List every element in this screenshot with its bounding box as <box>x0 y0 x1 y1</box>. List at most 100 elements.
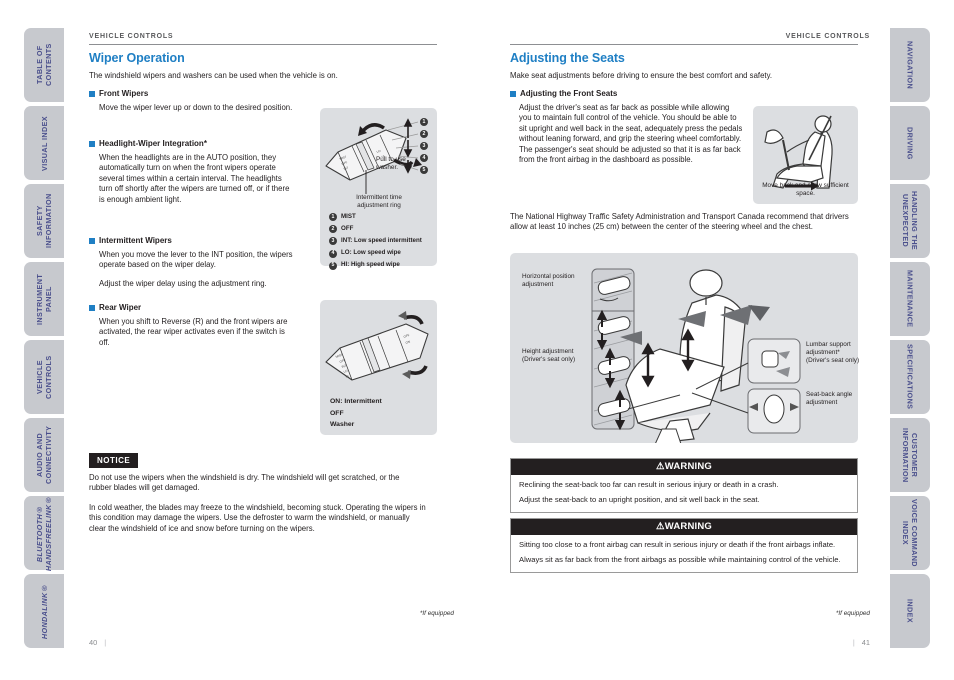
warning-paragraph: Reclining the seat-back too far can resu… <box>519 480 779 489</box>
tab-label: CUSTOMER INFORMATION <box>901 427 919 483</box>
warning-title: WARNING <box>664 521 713 532</box>
sidebar-tab-navigation[interactable]: NAVIGATION <box>890 28 930 102</box>
callout-badge-1: 1 <box>420 118 428 126</box>
warning-paragraph: Always sit as far back from the front ai… <box>519 555 841 565</box>
header-rule <box>89 44 437 45</box>
square-bullet-icon <box>89 304 95 311</box>
warning-title: WARNING <box>664 461 713 472</box>
warning-body: Sitting too close to a front airbag can … <box>511 535 857 572</box>
legend-label: INT: Low speed intermittent <box>341 237 422 245</box>
front-wipers-body: Move the wiper lever up or down to the d… <box>99 103 293 112</box>
legend-number: 4 <box>329 249 337 258</box>
tab-label: HANDLING THE UNEXPECTED <box>901 191 919 251</box>
rear-figure-label-off: OFF <box>330 409 344 417</box>
folio-divider: | <box>852 638 855 647</box>
tab-label: TABLE OF CONTENTS <box>35 43 53 87</box>
figure-caption-pull-to-use-washer: Pull to use washer. <box>376 156 406 171</box>
sidebar-tab-vehicle-controls[interactable]: VEHICLE CONTROLS <box>24 340 64 414</box>
header-rule <box>510 44 858 45</box>
intermittent-wipers-body-2: Adjust the wiper delay using the adjustm… <box>99 278 267 288</box>
rear-wiper-body: When you shift to Reverse (R) and the fr… <box>99 317 288 347</box>
tab-label: DRIVING <box>905 126 915 160</box>
tab-label: SAFETY INFORMATION <box>35 193 53 249</box>
sidebar-tab-bluetooth-handsfreelink[interactable]: BLUETOOTH® HANDSFREELINK® <box>24 495 64 571</box>
square-bullet-icon <box>89 90 95 97</box>
notice-paragraph-2: In cold weather, the blades may freeze t… <box>89 502 426 533</box>
folio-divider: | <box>104 638 107 647</box>
callout-badge-5: 5 <box>420 166 428 174</box>
warning-paragraph: Adjust the seat-back to an upright posit… <box>519 495 760 505</box>
warning-paragraph: Sitting too close to a front airbag can … <box>519 540 836 549</box>
legend-item: 1 MIST <box>329 212 433 223</box>
figure-label-lumbar-support: Lumbar support adjustment* (Driver's sea… <box>806 341 860 364</box>
warning-header: ⚠WARNING <box>511 519 857 535</box>
tab-label: SPECIFICATIONS <box>905 344 915 410</box>
figure-label-height-adjustment: Height adjustment (Driver's seat only) <box>522 348 576 363</box>
sidebar-tab-hondalink[interactable]: HONDALINK® <box>24 574 64 648</box>
subsection-heading-headlight-wiper: Headlight-Wiper Integration* <box>89 139 297 149</box>
tab-label: MAINTENANCE <box>905 270 915 328</box>
figure-label-horizontal-position: Horizontal position adjustment <box>522 273 575 288</box>
sidebar-tab-index[interactable]: INDEX <box>890 574 930 648</box>
sidebar-tab-visual-index[interactable]: VISUAL INDEX <box>24 106 64 180</box>
legend-item: 4 LO: Low speed wipe <box>329 248 433 259</box>
figure-seat-adjustments: Horizontal position adjustment Height ad… <box>510 253 860 443</box>
notice-tag: NOTICE <box>89 453 139 468</box>
warning-header: ⚠WARNING <box>511 459 857 475</box>
warning-triangle-icon: ⚠ <box>655 461 665 472</box>
warning-body: Reclining the seat-back too far can resu… <box>511 475 857 512</box>
section-adjusting-front-seats: Adjusting the Front Seats Adjust the dri… <box>510 89 760 165</box>
sidebar-tab-customer-information[interactable]: CUSTOMER INFORMATION <box>890 418 930 492</box>
callout-badge-4: 4 <box>420 154 428 162</box>
front-seats-body: Adjust the driver's seat as far back as … <box>519 103 743 165</box>
legend-number: 1 <box>329 213 337 222</box>
page-number-left: 40 | <box>89 638 106 647</box>
legend-label: HI: High speed wipe <box>341 261 400 269</box>
subsection-heading-intermittent-wipers: Intermittent Wipers <box>89 236 297 246</box>
square-bullet-icon <box>89 237 95 244</box>
legend-number: 5 <box>329 261 337 270</box>
legend-item: 5 HI: High speed wipe <box>329 260 433 271</box>
page-title: Wiper Operation <box>89 51 185 65</box>
figure-wiper-stalk: MIST OFF INT LO HI Pull to use washer. I… <box>320 108 437 270</box>
sidebar-tab-table-of-contents[interactable]: TABLE OF CONTENTS <box>24 28 64 102</box>
tab-label: VEHICLE CONTROLS <box>35 355 53 399</box>
rear-figure-label-washer: Washer <box>330 421 355 428</box>
sidebar-tab-handling-the-unexpected[interactable]: HANDLING THE UNEXPECTED <box>890 184 930 258</box>
tab-label: INDEX <box>905 599 915 623</box>
rear-figure-label-list: ON: Intermittent OFF Washer <box>330 396 382 431</box>
warning-box-airbag: ⚠WARNING Sitting too close to a front ai… <box>510 518 858 573</box>
legend-number: 2 <box>329 225 337 234</box>
callout-badge-2: 2 <box>420 130 428 138</box>
sidebar-tab-safety-information[interactable]: SAFETY INFORMATION <box>24 184 64 258</box>
footnote-if-equipped: *If equipped <box>419 610 454 617</box>
sidebar-tab-specifications[interactable]: SPECIFICATIONS <box>890 340 930 414</box>
tab-label: HONDALINK® <box>39 582 49 640</box>
tab-label: VOICE COMMAND INDEX <box>901 499 919 567</box>
warning-triangle-icon: ⚠ <box>655 521 665 532</box>
subsection-heading-front-wipers: Front Wipers <box>89 89 297 99</box>
section-headlight-wiper: Headlight-Wiper Integration* When the he… <box>89 139 297 205</box>
section-front-wipers: Front Wipers Move the wiper lever up or … <box>89 89 297 113</box>
sidebar-tab-maintenance[interactable]: MAINTENANCE <box>890 262 930 336</box>
sidebar-tab-instrument-panel[interactable]: INSTRUMENT PANEL <box>24 262 64 336</box>
tab-label: AUDIO AND CONNECTIVITY <box>35 425 53 485</box>
legend-label: OFF <box>341 225 354 233</box>
section-intermittent-wipers: Intermittent Wipers When you move the le… <box>89 236 297 289</box>
section-rear-wiper: Rear Wiper When you shift to Reverse (R)… <box>89 303 297 348</box>
sidebar-tab-audio-and-connectivity[interactable]: AUDIO AND CONNECTIVITY <box>24 418 64 492</box>
running-head: VEHICLE CONTROLS <box>89 33 174 40</box>
legend-item: 3 INT: Low speed intermittent <box>329 236 433 247</box>
sidebar-tab-driving[interactable]: DRIVING <box>890 106 930 180</box>
figure-driver-seating-position: Move back and allow sufficient space. <box>753 106 858 204</box>
callout-badge-3: 3 <box>420 142 428 150</box>
intro-text: The windshield wipers and washers can be… <box>89 71 338 80</box>
warning-box-seatback: ⚠WARNING Reclining the seat-back too far… <box>510 458 858 513</box>
sidebar-tab-voice-command-index[interactable]: VOICE COMMAND INDEX <box>890 496 930 570</box>
page-title: Adjusting the Seats <box>510 51 625 65</box>
notice-block: NOTICE Do not use the wipers when the wi… <box>89 450 437 534</box>
footnote-if-equipped: *If equipped <box>835 610 870 617</box>
legend-label: MIST <box>341 213 356 220</box>
right-tab-rail: NAVIGATION DRIVING HANDLING THE UNEXPECT… <box>890 0 930 680</box>
running-head: VEHICLE CONTROLS <box>785 33 870 40</box>
